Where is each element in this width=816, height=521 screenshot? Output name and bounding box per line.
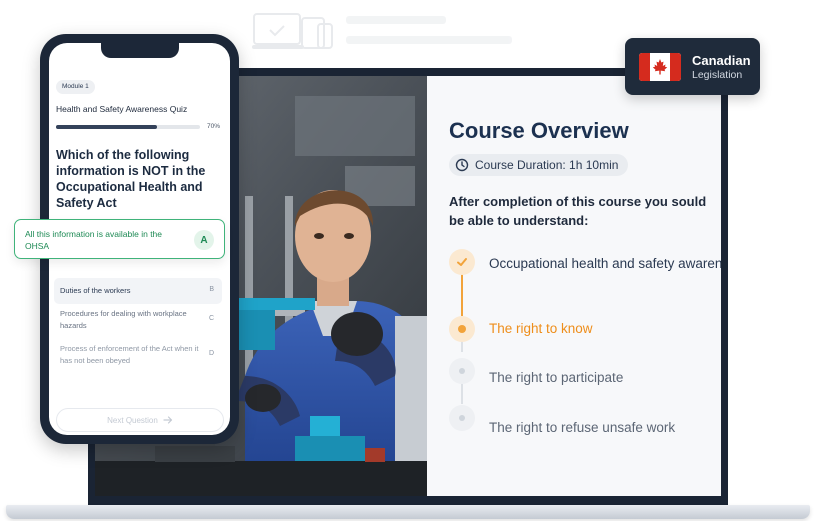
arrow-right-icon xyxy=(163,416,172,424)
step-current-marker xyxy=(449,316,475,342)
badge-title: Canadian xyxy=(692,53,751,68)
course-duration-chip: Course Duration: 1h 10min xyxy=(449,154,629,176)
course-intro-text: After completion of this course you soul… xyxy=(449,194,707,228)
step-label: The right to participate xyxy=(489,370,624,385)
answer-option-text: Process of enforcement of the Act when i… xyxy=(60,344,199,365)
answer-option-letter: C xyxy=(208,315,214,322)
timeline-connector xyxy=(461,384,463,404)
step-label: Occupational health and safety awareness xyxy=(489,256,721,271)
module-label: Module 1 xyxy=(56,80,95,94)
timeline-connector xyxy=(461,274,463,316)
canadian-legislation-badge: Canadian Legislation xyxy=(625,38,760,95)
badge-subtitle: Legislation xyxy=(692,69,743,81)
answer-option-text: All this information is available in the… xyxy=(25,229,163,251)
devices-icon xyxy=(252,13,333,49)
quiz-progress-bar xyxy=(56,125,200,129)
next-question-label: Next Question xyxy=(107,415,158,425)
step-done-marker xyxy=(449,249,475,275)
deco-text-placeholder xyxy=(346,16,446,24)
phone-notch xyxy=(101,43,179,58)
checkmark-icon xyxy=(457,258,467,266)
step-current-dot xyxy=(458,325,466,333)
answer-option-letter: A xyxy=(194,230,214,250)
answer-option-letter: D xyxy=(208,350,214,357)
answer-option-text: Procedures for dealing with workplace ha… xyxy=(60,309,187,330)
answer-option-b[interactable]: Duties of the workers B xyxy=(54,278,222,304)
answer-option-letter: B xyxy=(209,286,214,293)
step-todo-dot xyxy=(459,415,465,421)
course-title: Course Overview xyxy=(449,118,629,143)
clock-icon xyxy=(455,158,469,172)
deco-text-placeholder xyxy=(346,36,512,44)
answer-option-text: Duties of the workers xyxy=(60,286,131,295)
faded-devices-decoration xyxy=(252,10,522,54)
answer-option-c[interactable]: Procedures for dealing with workplace ha… xyxy=(54,305,222,335)
answer-option-d[interactable]: Process of enforcement of the Act when i… xyxy=(54,340,222,370)
canada-flag-icon xyxy=(639,53,681,81)
course-overview-panel: Course Overview Course Duration: 1h 10mi… xyxy=(427,76,721,496)
step-label: The right to refuse unsafe work xyxy=(489,420,676,435)
laptop-base xyxy=(6,505,810,519)
course-duration-text: Course Duration: 1h 10min xyxy=(475,158,619,172)
step-todo-marker xyxy=(449,358,475,384)
quiz-title: Health and Safety Awareness Quiz xyxy=(56,104,188,114)
quiz-progress-fill xyxy=(56,125,157,129)
step-todo-dot xyxy=(459,368,465,374)
next-question-button[interactable]: Next Question xyxy=(56,408,224,432)
answer-option-a-correct[interactable]: All this information is available in the… xyxy=(14,219,225,259)
quiz-progress-label: 70% xyxy=(207,123,221,130)
quiz-question: Which of the following information is NO… xyxy=(56,148,206,210)
step-label: The right to know xyxy=(489,321,593,336)
step-todo-marker xyxy=(449,405,475,431)
